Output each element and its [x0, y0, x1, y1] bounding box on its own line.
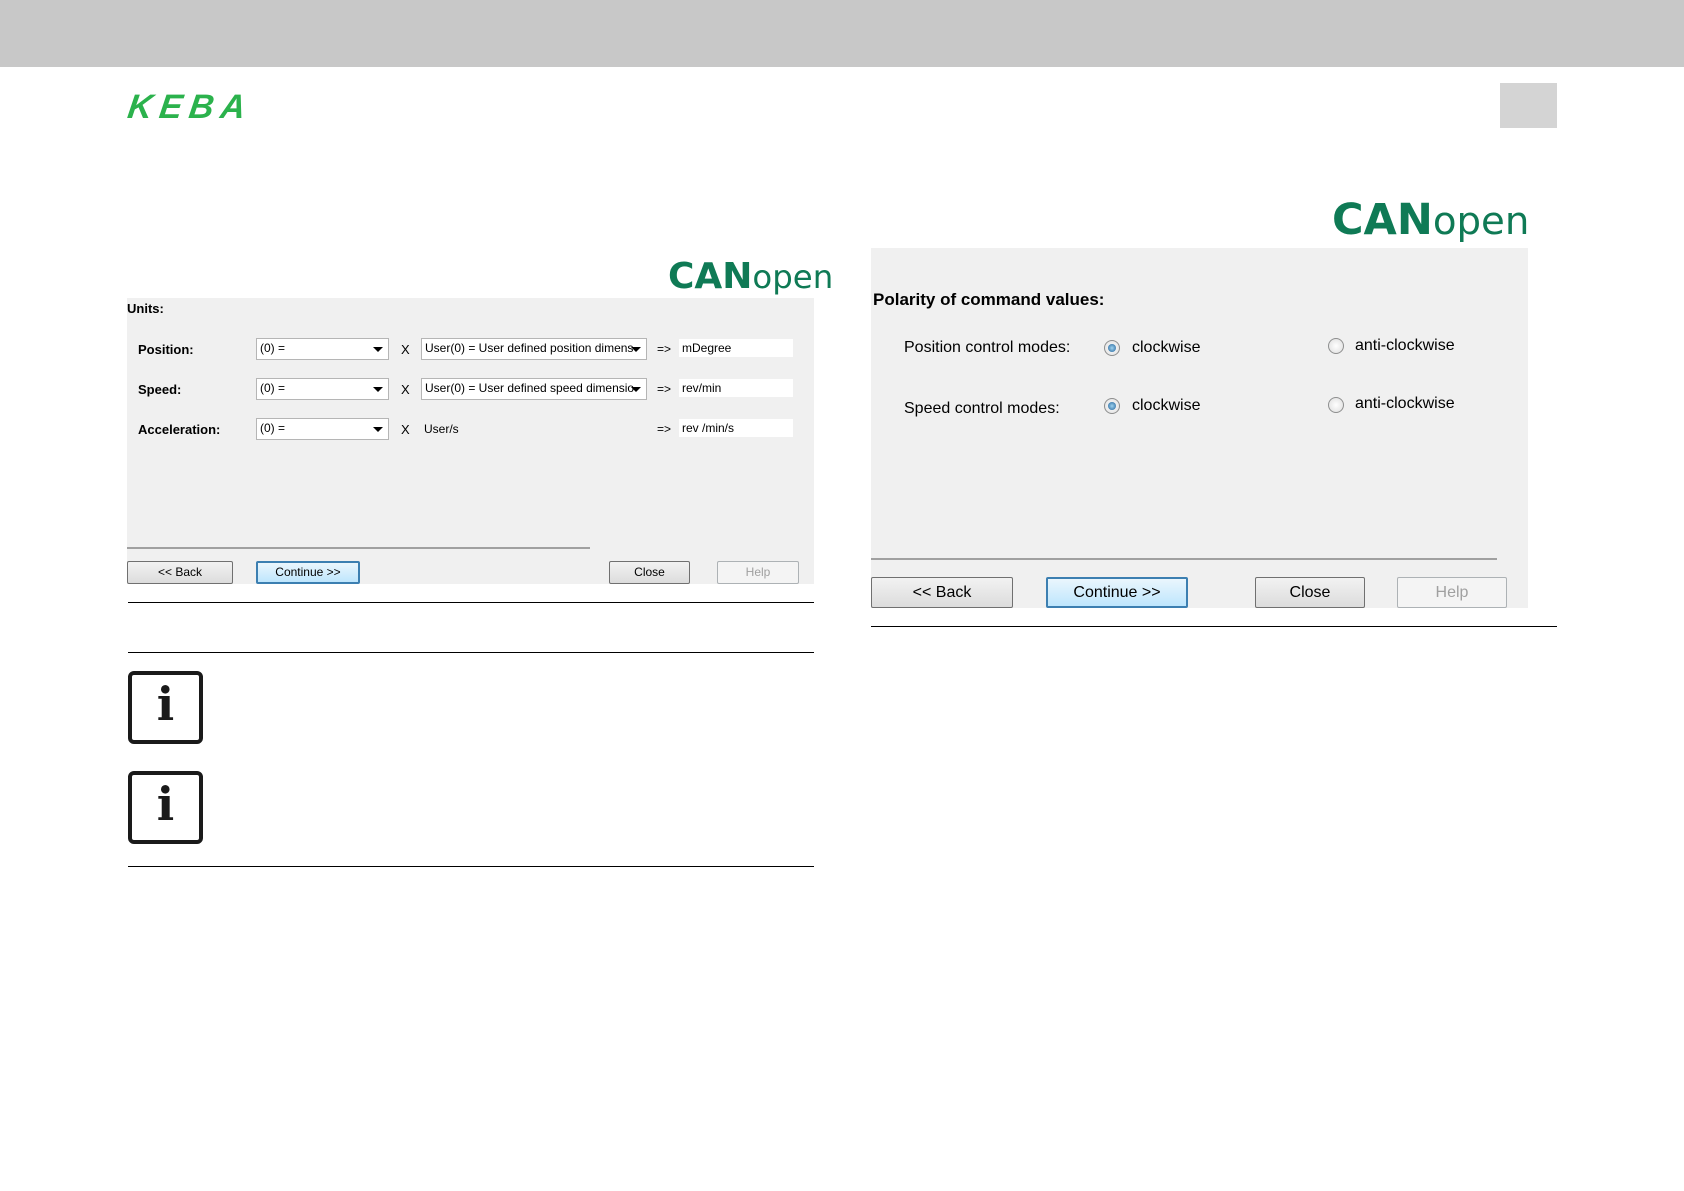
position-anti-clockwise-radio[interactable]	[1328, 338, 1344, 354]
position-clockwise-label[interactable]: clockwise	[1132, 339, 1200, 357]
speed-control-modes-label: Speed control modes:	[904, 400, 1060, 417]
divider	[128, 652, 814, 653]
position-result-field: mDegree	[679, 339, 793, 357]
continue-button[interactable]: Continue >>	[256, 561, 360, 584]
position-clockwise-radio[interactable]	[1104, 340, 1120, 356]
header-bar	[0, 0, 1684, 67]
chevron-down-icon	[373, 347, 383, 352]
polarity-title: Polarity of command values:	[873, 290, 1105, 309]
position-factor-value: (0) =	[260, 341, 286, 355]
speed-clockwise-label[interactable]: clockwise	[1132, 397, 1200, 415]
back-button[interactable]: << Back	[127, 561, 233, 584]
acceleration-result-field: rev /min/s	[679, 419, 793, 437]
keba-logo: KEBA	[125, 88, 256, 126]
units-title: Units:	[127, 301, 164, 316]
info-icon: i	[128, 771, 203, 844]
position-control-modes-label: Position control modes:	[904, 339, 1071, 356]
speed-unit-combo[interactable]: User(0) = User defined speed dimensio	[421, 378, 647, 400]
dialog-separator	[871, 558, 1497, 560]
position-label: Position:	[138, 342, 194, 357]
canopen-logo-bold: CAN	[1332, 195, 1433, 245]
acceleration-times-sign: X	[401, 422, 410, 437]
divider	[128, 866, 814, 867]
speed-factor-combo[interactable]: (0) =	[256, 378, 389, 400]
position-arrow: =>	[657, 342, 672, 356]
position-factor-combo[interactable]: (0) =	[256, 338, 389, 360]
position-unit-combo[interactable]: User(0) = User defined position dimens	[421, 338, 647, 360]
speed-factor-value: (0) =	[260, 381, 286, 395]
canopen-logo: CANopen	[668, 256, 833, 297]
position-times-sign: X	[401, 342, 410, 357]
close-button[interactable]: Close	[1255, 577, 1365, 608]
speed-unit-value: User(0) = User defined speed dimensio	[425, 381, 635, 395]
polarity-dialog: Polarity of command values: Position con…	[871, 248, 1528, 608]
info-icon: i	[128, 671, 203, 744]
canopen-logo-bold: CAN	[668, 256, 753, 297]
continue-button[interactable]: Continue >>	[1046, 577, 1188, 608]
chevron-down-icon	[373, 387, 383, 392]
acceleration-unit-text: User/s	[424, 422, 459, 436]
acceleration-factor-value: (0) =	[260, 421, 286, 435]
acceleration-factor-combo[interactable]: (0) =	[256, 418, 389, 440]
close-button[interactable]: Close	[609, 561, 690, 584]
canopen-logo-light: open	[752, 258, 834, 296]
chevron-down-icon	[631, 347, 641, 352]
canopen-logo: CANopen	[1332, 195, 1529, 245]
units-dialog: Units: Position: (0) = X User(0) = User …	[127, 298, 814, 584]
help-button[interactable]: Help	[1397, 577, 1507, 608]
speed-anti-clockwise-radio[interactable]	[1328, 397, 1344, 413]
dialog-separator	[127, 547, 590, 549]
speed-label: Speed:	[138, 382, 182, 397]
back-button[interactable]: << Back	[871, 577, 1013, 608]
help-button[interactable]: Help	[717, 561, 799, 584]
chevron-down-icon	[373, 427, 383, 432]
speed-times-sign: X	[401, 382, 410, 397]
canopen-logo-light: open	[1432, 199, 1530, 244]
position-unit-value: User(0) = User defined position dimens	[425, 341, 634, 355]
speed-clockwise-radio[interactable]	[1104, 398, 1120, 414]
speed-arrow: =>	[657, 382, 672, 396]
speed-anti-clockwise-label[interactable]: anti-clockwise	[1355, 395, 1455, 413]
divider	[871, 626, 1557, 627]
speed-result-field: rev/min	[679, 379, 793, 397]
page-number-box	[1500, 83, 1557, 128]
chevron-down-icon	[631, 387, 641, 392]
acceleration-label: Acceleration:	[138, 422, 221, 437]
position-anti-clockwise-label[interactable]: anti-clockwise	[1355, 337, 1455, 355]
divider	[128, 602, 814, 603]
acceleration-arrow: =>	[657, 422, 672, 436]
